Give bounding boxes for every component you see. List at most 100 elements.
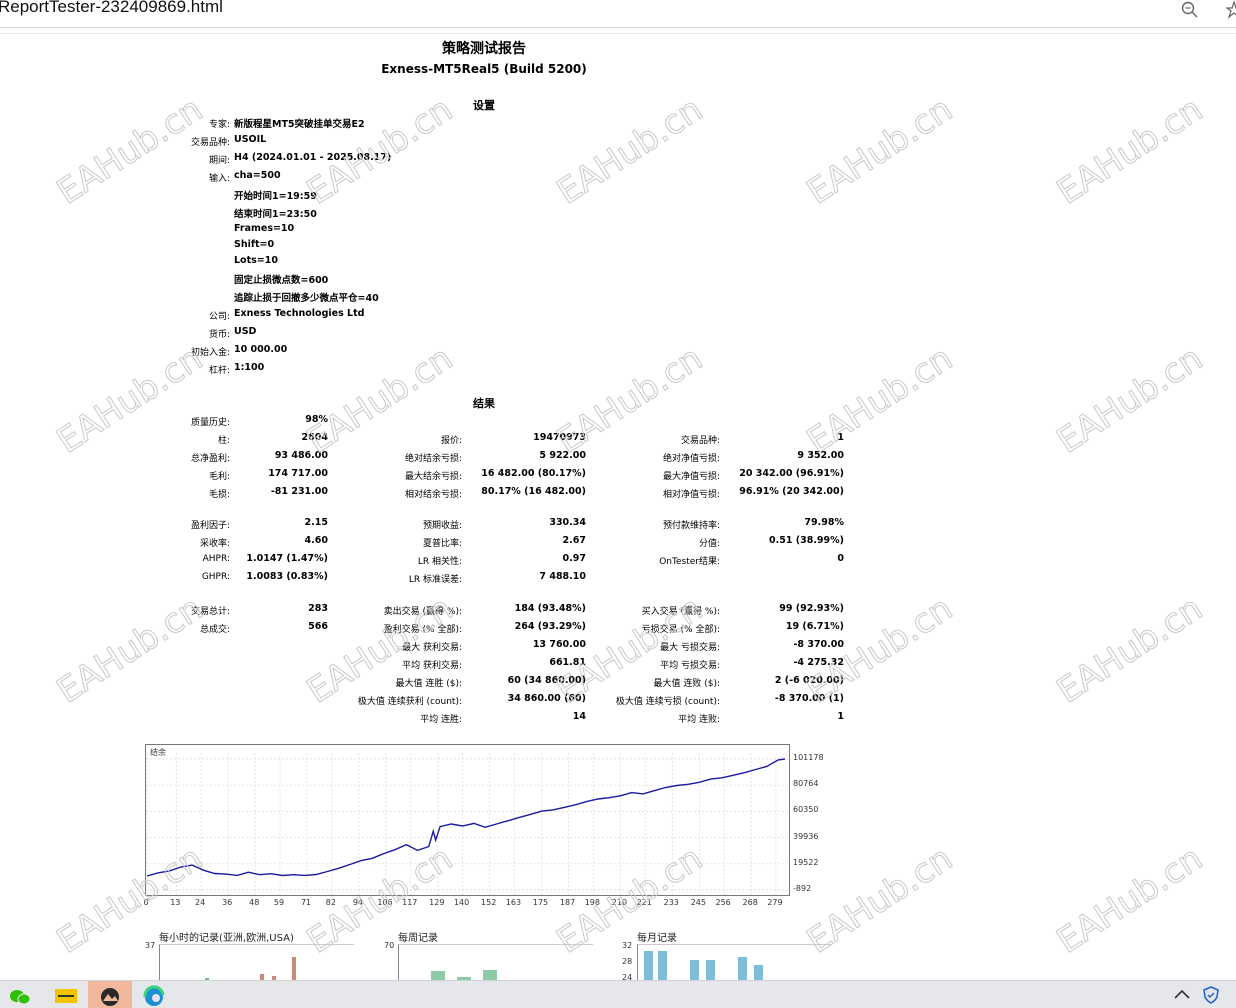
result-value: 4.60 [304,535,328,546]
x-tick-label: 187 [559,898,576,907]
result-value: 98% [305,414,328,425]
settings-label: 输入: [208,174,230,184]
bar [738,956,747,980]
settings-value: 开始时间1=19:59 [234,191,317,202]
result-value: 19 (6.71%) [785,621,844,632]
bar [483,969,497,980]
settings-value: 10 000.00 [234,344,288,355]
tab-title: ReportTester-232409869.html [0,0,223,16]
hourly-chart-ymax: 37 [145,941,156,950]
watermark-text: EAHub.cn [1049,89,1210,213]
result-value: 80.17% (16 482.00) [481,486,586,497]
x-tick-label: 71 [300,898,312,907]
settings-value: Exness Technologies Ltd [234,308,365,319]
photos-icon[interactable] [88,981,132,1008]
wechat-icon[interactable] [0,981,44,1008]
result-value: 1 [837,432,844,443]
result-value: 16 482.00 (80.17%) [481,468,586,479]
result-value: 2 (-6 020.00) [774,675,844,686]
y-tick-label: 39936 [793,831,819,841]
settings-value: Lots=10 [234,255,278,266]
x-tick-label: 175 [532,898,549,907]
result-value: 2.15 [304,517,328,528]
result-value: -8 370.00 [793,639,844,650]
result-value: 1.0083 (0.83%) [246,571,328,582]
result-value: 9 352.00 [797,450,844,461]
bar [658,951,667,980]
x-tick-label: 268 [742,898,758,907]
result-value: 330.34 [549,517,586,528]
balance-chart: 结余 [145,744,790,896]
y-tick-label: 101178 [793,753,824,762]
x-tick-label: 13 [170,898,181,907]
weekly-chart-ymax: 70 [384,941,395,950]
settings-value: 新版程星MT5突破挂单交易E2 [234,119,365,130]
bar [754,965,763,980]
result-value: 661.81 [549,657,586,668]
monthly-chart-ytick-2: 28 [622,957,633,966]
x-tick-label: 256 [715,898,731,907]
taskbar [0,980,1236,1008]
settings-value: Shift=0 [234,239,275,250]
bar [706,959,715,980]
settings-value: cha=500 [234,170,281,181]
settings-value: 固定止损微点数=600 [234,275,329,286]
settings-label: 杠杆: [208,366,230,376]
result-value: 93 486.00 [274,450,328,461]
x-tick-label: 233 [663,898,679,907]
tray-chevron-up-icon[interactable] [1173,986,1191,1006]
bar [431,971,445,980]
results-heading: 结果 [473,397,495,410]
settings-label: 期间: [208,156,230,166]
settings-value: 追踪止损于回撤多少微点平仓=40 [234,293,379,304]
settings-label: 初始入金: [190,348,230,358]
result-value: 20 342.00 (96.91%) [739,468,844,479]
settings-label: 专家: [208,120,230,130]
monthly-chart-ytick-3: 24 [622,973,633,980]
weekly-chart [398,944,593,980]
hourly-chart-title: 每小时的记录(亚洲,欧洲,USA) [159,933,294,944]
browser-titlebar: ReportTester-232409869.html [0,0,1236,28]
security-shield-icon[interactable] [1202,986,1220,1008]
weekly-chart-title: 每周记录 [398,933,438,944]
result-value: 283 [308,603,328,614]
x-tick-label: 279 [767,898,783,907]
y-tick-label: 60350 [793,805,819,815]
result-value: -4 275.32 [793,657,844,668]
report-subtitle: Exness-MT5Real5 (Build 5200) [381,62,587,76]
x-tick-label: 129 [429,898,445,907]
app-yellow-icon[interactable] [44,981,88,1008]
zoom-icon[interactable] [1178,0,1202,20]
result-value: 0 [837,553,844,564]
settings-heading: 设置 [473,99,495,112]
watermark-text: EAHub.cn [1049,588,1210,712]
settings-label: 公司: [208,312,230,322]
monthly-chart-ytick-1: 32 [622,941,633,950]
result-value: 34 860.00 (60) [507,693,586,704]
x-tick-label: 82 [325,898,336,907]
result-value: 0.51 (38.99%) [769,535,844,546]
settings-value: Frames=10 [234,223,295,234]
report-page: 策略测试报告 Exness-MT5Real5 (Build 5200) 设置 结… [0,34,1236,980]
x-tick-label: 198 [584,898,600,907]
settings-value: USD [234,326,257,337]
result-value: 14 [572,711,586,722]
settings-value: 1:100 [234,362,265,373]
settings-value: USOIL [234,134,267,145]
settings-value: 结束时间1=23:50 [234,209,317,220]
result-value: 99 (92.93%) [779,603,844,614]
result-value: 60 (34 860.00) [507,675,586,686]
settings-label: 货币: [208,330,230,340]
result-value: 96.91% (20 342.00) [739,486,844,497]
result-value: 13 760.00 [532,639,586,650]
bar [690,959,699,980]
favorite-star-icon[interactable] [1222,0,1236,20]
bar [292,956,296,980]
x-tick-label: 24 [195,898,206,907]
edge-browser-icon[interactable] [132,981,176,1008]
x-tick-label: 152 [481,898,497,907]
y-tick-label: 19522 [793,857,819,867]
x-tick-label: 140 [453,898,470,907]
result-value: 0.97 [562,553,586,564]
result-value: 1 [837,711,844,722]
